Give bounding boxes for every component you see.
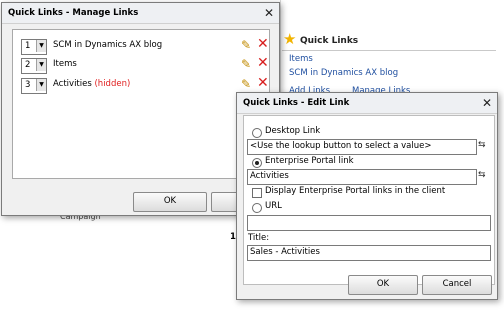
- manage-ok-button[interactable]: OK: [133, 192, 207, 212]
- edit-link-form: Desktop Link <Use the lookup button to s…: [243, 115, 495, 285]
- position-select[interactable]: 2 ▼: [21, 58, 47, 74]
- manage-dialog-close-icon[interactable]: ✕: [261, 4, 277, 22]
- list-item: 1 ▼ SCM in Dynamics AX blog ✎ ✕: [21, 37, 269, 55]
- link-label: SCM in Dynamics AX blog: [53, 40, 163, 50]
- ep-link-radio[interactable]: [252, 158, 262, 168]
- display-ep-links-checkbox[interactable]: [252, 188, 262, 198]
- pencil-icon[interactable]: ✎: [241, 57, 251, 71]
- ep-link-label: Enterprise Portal link: [265, 156, 354, 166]
- manage-dialog-title: Quick Links - Manage Links: [8, 8, 139, 18]
- edit-cancel-button[interactable]: Cancel: [422, 275, 492, 295]
- title-field[interactable]: Sales - Activities: [247, 245, 491, 261]
- quick-links-divider: [282, 50, 496, 51]
- pencil-icon[interactable]: ✎: [241, 77, 251, 91]
- lookup-icon[interactable]: ⇆: [478, 140, 486, 150]
- manage-links-list: 1 ▼ SCM in Dynamics AX blog ✎ ✕ 2 ▼ Item…: [12, 29, 270, 179]
- lookup-icon[interactable]: ⇆: [478, 170, 486, 180]
- display-ep-links-label: Display Enterprise Portal links in the c…: [265, 186, 446, 196]
- edit-dialog-title: Quick Links - Edit Link: [243, 98, 350, 108]
- edit-ok-button[interactable]: OK: [348, 275, 418, 295]
- quick-links-title: Quick Links: [300, 36, 359, 46]
- url-label: URL: [265, 201, 282, 211]
- desktop-link-radio[interactable]: [252, 128, 262, 138]
- position-select[interactable]: 1 ▼: [21, 39, 47, 55]
- desktop-link-label: Desktop Link: [265, 126, 321, 136]
- title-label: Title:: [248, 233, 270, 243]
- delete-icon[interactable]: ✕: [257, 76, 269, 90]
- link-label: Items: [53, 59, 77, 69]
- manage-dialog-titlebar: Quick Links - Manage Links: [2, 3, 279, 24]
- quick-link-items[interactable]: Items: [289, 54, 313, 64]
- list-item: 3 ▼ Activities (hidden) ✎ ✕: [21, 76, 269, 94]
- ep-link-field[interactable]: Activities: [247, 169, 477, 185]
- star-icon: ★: [283, 30, 297, 48]
- quick-link-scm-blog[interactable]: SCM in Dynamics AX blog: [289, 68, 398, 78]
- url-radio[interactable]: [252, 203, 262, 213]
- chevron-down-icon: ▼: [36, 79, 46, 91]
- edit-link-dialog: Quick Links - Edit Link ✕ Desktop Link <…: [236, 92, 498, 300]
- position-select[interactable]: 3 ▼: [21, 78, 47, 94]
- edit-dialog-titlebar: Quick Links - Edit Link: [237, 93, 497, 114]
- hidden-badge: (hidden): [94, 79, 131, 89]
- delete-icon[interactable]: ✕: [257, 56, 269, 70]
- pencil-icon[interactable]: ✎: [241, 38, 251, 52]
- link-label: Activities (hidden): [53, 79, 131, 89]
- chevron-down-icon: ▼: [36, 59, 46, 71]
- desktop-link-field[interactable]: <Use the lookup button to select a value…: [247, 139, 477, 155]
- url-field[interactable]: [247, 215, 491, 231]
- delete-icon[interactable]: ✕: [257, 37, 269, 51]
- edit-dialog-close-icon[interactable]: ✕: [479, 94, 495, 112]
- list-item: 2 ▼ Items ✎ ✕: [21, 56, 269, 74]
- chevron-down-icon: ▼: [36, 40, 46, 52]
